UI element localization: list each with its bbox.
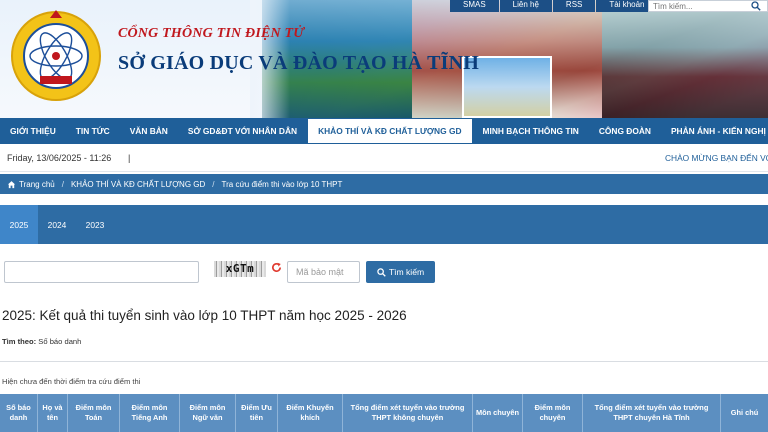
nav-item-transparency[interactable]: MINH BẠCH THÔNG TIN <box>473 118 589 144</box>
lookup-form: xGTm Tìm kiếm <box>0 261 768 285</box>
nav-item-feedback[interactable]: PHẢN ÁNH - KIẾN NGHỊ <box>661 118 768 144</box>
top-link-contact[interactable]: Liên hệ <box>499 0 552 12</box>
search-icon[interactable] <box>751 1 761 11</box>
security-code-input[interactable] <box>287 261 360 283</box>
department-logo[interactable] <box>10 6 102 106</box>
site-name[interactable]: SỞ GIÁO DỤC VÀ ĐÀO TẠO HÀ TĨNH <box>118 52 479 75</box>
date-bar: Friday, 13/06/2025 - 11:26 | CHÀO MỪNG B… <box>0 144 768 172</box>
tab-2025[interactable]: 2025 <box>0 205 38 244</box>
th-priority-score: Điểm Ưu tiên <box>236 394 278 432</box>
nav-item-union[interactable]: CÔNG ĐOÀN <box>589 118 661 144</box>
date-separator: | <box>128 153 131 163</box>
th-literature-score: Điểm môn Ngữ văn <box>180 394 236 432</box>
site-search-input[interactable] <box>649 1 749 11</box>
nav-item-news[interactable]: TIN TỨC <box>66 118 120 144</box>
site-search-box <box>648 0 768 12</box>
th-bonus-score: Điểm Khuyến khích <box>278 394 343 432</box>
results-table-header: Số báo danh Họ và tên Điểm môn Toán Điểm… <box>0 394 768 432</box>
home-icon <box>7 180 16 188</box>
portal-title: CỔNG THÔNG TIN ĐIỆN TỬ <box>118 26 305 41</box>
breadcrumb-section[interactable]: KHẢO THÍ VÀ KĐ CHẤT LƯỢNG GD <box>71 180 205 189</box>
breadcrumb-current: Tra cứu điểm thi vào lớp 10 THPT <box>221 179 343 189</box>
th-math-score: Điểm môn Toán <box>68 394 120 432</box>
breadcrumb-home[interactable]: Trang chủ <box>19 180 55 189</box>
top-link-smas[interactable]: SMAS <box>450 0 499 12</box>
top-links: SMAS Liên hệ RSS Tài khoản <box>450 0 659 12</box>
divider <box>0 361 768 362</box>
breadcrumb-separator: / <box>61 179 64 189</box>
th-candidate-number: Số báo danh <box>0 394 38 432</box>
lookup-notice: Hiện chưa đến thời điểm tra cứu điểm thi <box>2 377 141 386</box>
breadcrumb: Trang chủ / KHẢO THÍ VÀ KĐ CHẤT LƯỢNG GD… <box>0 174 768 194</box>
refresh-captcha-icon[interactable] <box>271 262 282 273</box>
result-title: 2025: Kết quả thi tuyển sinh vào lớp 10 … <box>2 308 407 323</box>
current-date: Friday, 13/06/2025 - 11:26 <box>7 153 112 163</box>
th-full-name: Họ và tên <box>38 394 68 432</box>
search-by: Tìm theo: Số báo danh <box>2 337 81 346</box>
th-note: Ghi chú <box>730 408 759 417</box>
th-specialized-subject: Môn chuyên <box>473 394 523 432</box>
tab-2023[interactable]: 2023 <box>76 205 114 244</box>
nav-item-about[interactable]: GIỚI THIỆU <box>0 118 66 144</box>
candidate-number-input[interactable] <box>4 261 199 283</box>
th-specialized-score: Điểm môn chuyên <box>523 394 583 432</box>
top-link-rss[interactable]: RSS <box>552 0 596 12</box>
captcha-image: xGTm <box>214 261 266 277</box>
search-by-label: Tìm theo: <box>2 337 37 346</box>
tab-2024[interactable]: 2024 <box>38 205 76 244</box>
nav-item-documents[interactable]: VĂN BẢN <box>120 118 178 144</box>
th-english-score: Điểm môn Tiếng Anh <box>120 394 180 432</box>
nav-item-testing-quality[interactable]: KHẢO THÍ VÀ KĐ CHẤT LƯỢNG GD <box>307 118 473 144</box>
th-total-non-specialized: Tổng điểm xét tuyển vào trường THPT khôn… <box>343 394 473 432</box>
magnifier-icon <box>377 267 386 277</box>
search-by-value: Số báo danh <box>38 337 82 346</box>
main-nav: GIỚI THIỆU TIN TỨC VĂN BẢN SỞ GD&ĐT VỚI … <box>0 118 768 144</box>
search-button[interactable]: Tìm kiếm <box>366 261 435 283</box>
breadcrumb-separator: / <box>212 179 215 189</box>
th-total-specialized: Tổng điểm xét tuyển vào trường THPT chuy… <box>583 394 721 432</box>
search-button-label: Tìm kiếm <box>388 267 425 277</box>
welcome-marquee: CHÀO MỪNG BẠN ĐẾN VỚI <box>665 153 768 163</box>
site-banner: CỔNG THÔNG TIN ĐIỆN TỬ SỞ GIÁO DỤC VÀ ĐÀ… <box>0 0 768 118</box>
nav-item-department-citizens[interactable]: SỞ GD&ĐT VỚI NHÂN DÂN <box>178 118 307 144</box>
banner-photo-graduation <box>602 0 768 118</box>
year-tabs: 2025 2024 2023 <box>0 205 768 244</box>
